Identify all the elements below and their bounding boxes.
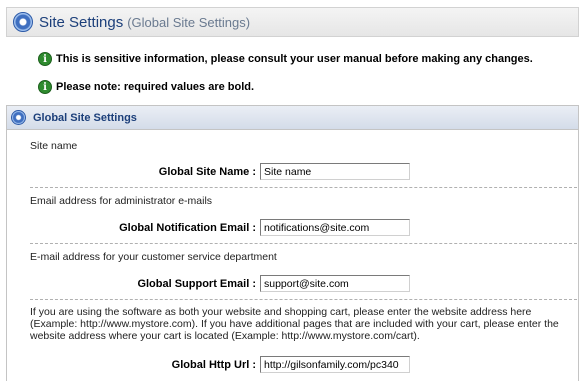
support-email-row: Global Support Email :: [40, 275, 410, 292]
divider: [30, 299, 577, 300]
gear-icon: [11, 110, 26, 125]
page-title: Site Settings: [39, 13, 124, 31]
notification-email-row: Global Notification Email :: [40, 219, 410, 236]
site-name-input[interactable]: [260, 163, 410, 180]
divider: [30, 243, 577, 244]
info-icon: i: [38, 80, 52, 94]
http-url-input[interactable]: [260, 356, 410, 373]
site-name-label: Global Site Name :: [158, 165, 256, 178]
divider: [30, 187, 577, 188]
support-email-description: E-mail address for your customer service…: [30, 251, 277, 263]
notice-text: Please note: required values are bold.: [56, 81, 255, 93]
notification-email-input[interactable]: [260, 219, 410, 236]
sensitive-info-notice: i This is sensitive information, please …: [38, 52, 533, 66]
support-email-input[interactable]: [260, 275, 410, 292]
support-email-label: Global Support Email :: [137, 277, 256, 290]
page-subtitle: (Global Site Settings): [127, 14, 251, 30]
gear-icon: [13, 12, 33, 32]
info-icon: i: [38, 52, 52, 66]
site-name-description: Site name: [30, 140, 78, 152]
notice-text: This is sensitive information, please co…: [56, 53, 533, 65]
notification-email-label: Global Notification Email :: [119, 221, 256, 234]
http-url-label: Global Http Url :: [171, 358, 256, 371]
http-url-description: If you are using the software as both yo…: [30, 306, 559, 342]
panel-header: Global Site Settings: [7, 106, 578, 130]
http-url-row: Global Http Url :: [40, 356, 410, 373]
panel-title: Global Site Settings: [33, 111, 137, 124]
notification-email-description: Email address for administrator e-mails: [30, 195, 213, 207]
page-header: Site Settings (Global Site Settings): [6, 7, 579, 37]
site-name-row: Global Site Name :: [40, 163, 410, 180]
required-values-notice: i Please note: required values are bold.: [38, 80, 254, 94]
